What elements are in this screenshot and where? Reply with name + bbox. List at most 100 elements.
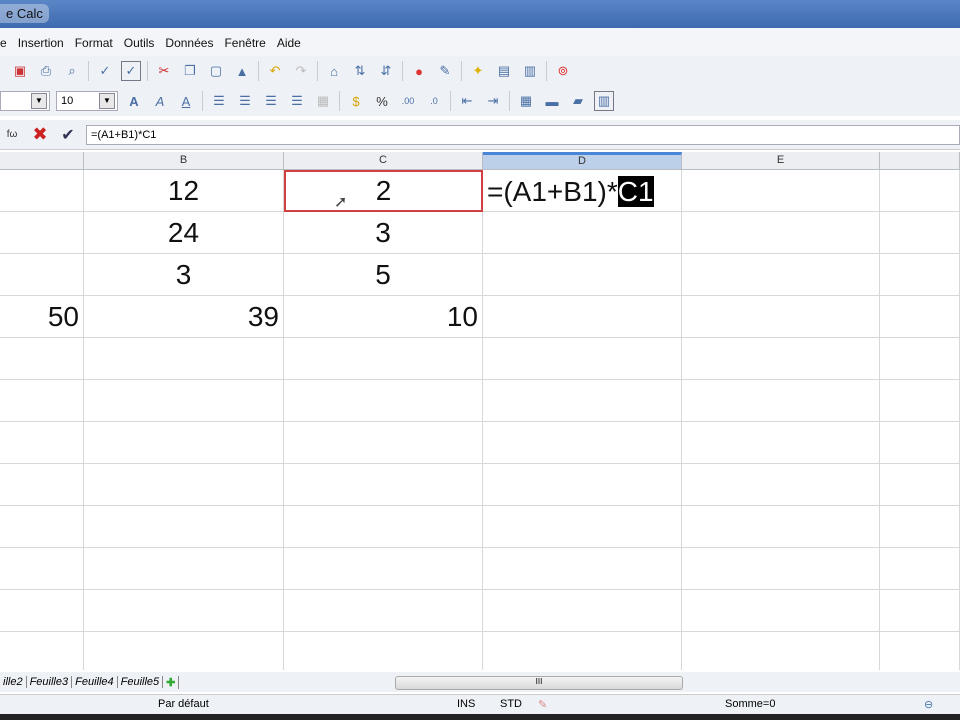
grid-cell[interactable]: [84, 380, 284, 422]
cell-c3[interactable]: 5: [284, 254, 483, 296]
grid-cell[interactable]: [0, 422, 84, 464]
grid-cell[interactable]: [84, 422, 284, 464]
sort-descending-icon[interactable]: ⇵: [376, 61, 396, 81]
chevron-down-icon[interactable]: ▼: [31, 93, 47, 109]
draw-icon[interactable]: ✎: [435, 61, 455, 81]
grid-cell[interactable]: [483, 296, 682, 338]
grid-cell[interactable]: [880, 338, 960, 380]
cell-b4[interactable]: 39: [84, 296, 284, 338]
grid-cell[interactable]: [682, 212, 880, 254]
cell-a4[interactable]: 50: [0, 296, 84, 338]
bold-icon[interactable]: A: [124, 91, 144, 111]
sheet-tab[interactable]: Feuille4: [72, 676, 118, 688]
grid-cell[interactable]: [483, 422, 682, 464]
column-header-b[interactable]: B: [84, 152, 284, 170]
cell-b2[interactable]: 24: [84, 212, 284, 254]
increase-indent-icon[interactable]: ⇥: [483, 91, 503, 111]
grid-cell[interactable]: [682, 170, 880, 212]
grid-cell[interactable]: [483, 590, 682, 632]
formula-input[interactable]: =(A1+B1)*C1: [86, 124, 960, 145]
menu-format[interactable]: Format: [75, 36, 113, 56]
align-center-icon[interactable]: ☰: [235, 91, 255, 111]
grid-cell[interactable]: [682, 506, 880, 548]
grid-cell[interactable]: [880, 590, 960, 632]
cell-c1[interactable]: 2: [284, 170, 483, 212]
chart-icon[interactable]: ●: [409, 61, 429, 81]
grid-cell[interactable]: [880, 296, 960, 338]
column-header-e[interactable]: E: [682, 152, 880, 170]
grid-cell[interactable]: [880, 212, 960, 254]
grid-cell[interactable]: [0, 548, 84, 590]
grid-cell[interactable]: [284, 548, 483, 590]
sheet-tab[interactable]: Feuille3: [27, 676, 73, 688]
grid-cell[interactable]: [84, 506, 284, 548]
redo-icon[interactable]: ↷: [291, 61, 311, 81]
grid-cell[interactable]: [0, 632, 84, 670]
print-preview-icon[interactable]: ⌕: [62, 61, 82, 81]
cell-d1-editor[interactable]: =(A1+B1)*C1: [487, 176, 654, 208]
grid-cell[interactable]: [284, 338, 483, 380]
background-color-icon[interactable]: ▬: [542, 91, 562, 111]
menu-insertion[interactable]: Insertion: [18, 36, 64, 56]
menu-file[interactable]: e: [0, 36, 7, 56]
font-size-combo[interactable]: 10 ▼: [56, 91, 118, 111]
grid-cell[interactable]: [0, 170, 84, 212]
grid-cell[interactable]: [880, 422, 960, 464]
grid-cell[interactable]: [880, 548, 960, 590]
copy-icon[interactable]: ❐: [180, 61, 200, 81]
sheet-tab[interactable]: ille2: [0, 676, 27, 688]
pdf-export-icon[interactable]: ▣: [10, 61, 30, 81]
grid-cell[interactable]: [483, 506, 682, 548]
insert-mode[interactable]: INS: [457, 698, 475, 710]
clone-format-icon[interactable]: ▲: [232, 61, 252, 81]
menu-donnees[interactable]: Données: [165, 36, 213, 56]
sheet-tab[interactable]: Feuille5: [118, 676, 164, 688]
grid-cell[interactable]: [284, 632, 483, 670]
grid-cell[interactable]: [483, 380, 682, 422]
grid-cell[interactable]: [0, 464, 84, 506]
grid-cell[interactable]: [682, 590, 880, 632]
cell-b3[interactable]: 3: [84, 254, 284, 296]
decrease-indent-icon[interactable]: ⇤: [457, 91, 477, 111]
menu-fenetre[interactable]: Fenêtre: [224, 36, 265, 56]
grid-cell[interactable]: [682, 632, 880, 670]
italic-icon[interactable]: A: [150, 91, 170, 111]
add-decimal-icon[interactable]: .00: [398, 91, 418, 111]
underline-icon[interactable]: A: [176, 91, 196, 111]
grid-cell[interactable]: [84, 632, 284, 670]
grid-cell[interactable]: [483, 632, 682, 670]
grid-cell[interactable]: [284, 422, 483, 464]
cut-icon[interactable]: ✂: [154, 61, 174, 81]
datasource-icon[interactable]: ▥: [520, 61, 540, 81]
sort-ascending-icon[interactable]: ⇅: [350, 61, 370, 81]
grid-cell[interactable]: [284, 506, 483, 548]
help-icon[interactable]: ⊚: [553, 61, 573, 81]
grid-cell[interactable]: [284, 380, 483, 422]
function-wizard-icon[interactable]: fω: [2, 125, 22, 145]
grid-cell[interactable]: [0, 212, 84, 254]
spreadsheet-grid[interactable]: B C D E 12 2 24 3 3 5 50 39 10 =(A1+B1)*…: [0, 152, 960, 670]
grid-cell[interactable]: [880, 170, 960, 212]
grid-cell[interactable]: [682, 254, 880, 296]
grid-cell[interactable]: [682, 338, 880, 380]
undo-icon[interactable]: ↶: [265, 61, 285, 81]
column-header-a[interactable]: [0, 152, 84, 170]
zoom-out-icon[interactable]: ⊖: [924, 698, 933, 711]
justify-icon[interactable]: ☰: [287, 91, 307, 111]
grid-cell[interactable]: [880, 632, 960, 670]
currency-icon[interactable]: $: [346, 91, 366, 111]
borders-icon[interactable]: ▦: [516, 91, 536, 111]
grid-cell[interactable]: [483, 464, 682, 506]
toggle-grid-icon[interactable]: ▥: [594, 91, 614, 111]
cell-c2[interactable]: 3: [284, 212, 483, 254]
column-header-c[interactable]: C: [284, 152, 483, 170]
cell-c4[interactable]: 10: [284, 296, 483, 338]
grid-cell[interactable]: [0, 338, 84, 380]
column-header-d[interactable]: D: [483, 152, 682, 170]
grid-cell[interactable]: [0, 506, 84, 548]
grid-cell[interactable]: [483, 338, 682, 380]
grid-cell[interactable]: [0, 380, 84, 422]
font-name-combo[interactable]: ▼: [0, 91, 50, 111]
grid-cell[interactable]: [682, 296, 880, 338]
grid-cell[interactable]: [84, 464, 284, 506]
